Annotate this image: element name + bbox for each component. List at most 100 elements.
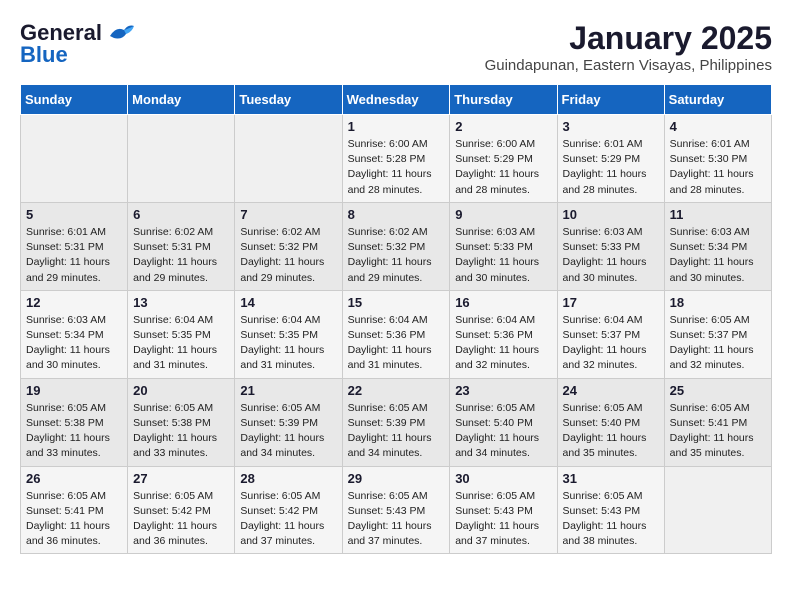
day-number: 11 <box>670 207 766 222</box>
day-number: 22 <box>348 383 445 398</box>
weekday-header-friday: Friday <box>557 85 664 115</box>
day-number: 30 <box>455 471 551 486</box>
weekday-header-row: SundayMondayTuesdayWednesdayThursdayFrid… <box>21 85 772 115</box>
calendar-cell <box>128 115 235 203</box>
day-info: Sunrise: 6:05 AM Sunset: 5:40 PM Dayligh… <box>455 401 551 462</box>
calendar-cell: 30 Sunrise: 6:05 AM Sunset: 5:43 PM Dayli… <box>450 466 557 554</box>
day-info: Sunrise: 6:05 AM Sunset: 5:38 PM Dayligh… <box>26 401 122 462</box>
calendar-cell: 7 Sunrise: 6:02 AM Sunset: 5:32 PM Daylig… <box>235 202 342 290</box>
day-number: 5 <box>26 207 122 222</box>
day-info: Sunrise: 6:04 AM Sunset: 5:37 PM Dayligh… <box>563 313 659 374</box>
day-number: 18 <box>670 295 766 310</box>
calendar-cell: 8 Sunrise: 6:02 AM Sunset: 5:32 PM Daylig… <box>342 202 450 290</box>
day-info: Sunrise: 6:05 AM Sunset: 5:42 PM Dayligh… <box>240 489 336 550</box>
calendar-cell: 10 Sunrise: 6:03 AM Sunset: 5:33 PM Dayli… <box>557 202 664 290</box>
calendar-week-1: 1Sunrise: 6:00 AM Sunset: 5:28 PM Daylig… <box>21 115 772 203</box>
calendar-cell: 31Sunrise: 6:05 AM Sunset: 5:43 PM Dayli… <box>557 466 664 554</box>
calendar-cell: 26 Sunrise: 6:05 AM Sunset: 5:41 PM Dayli… <box>21 466 128 554</box>
calendar-cell: 25 Sunrise: 6:05 AM Sunset: 5:41 PM Dayli… <box>664 378 771 466</box>
day-info: Sunrise: 6:03 AM Sunset: 5:33 PM Dayligh… <box>563 225 659 286</box>
calendar-cell: 1Sunrise: 6:00 AM Sunset: 5:28 PM Daylig… <box>342 115 450 203</box>
day-info: Sunrise: 6:02 AM Sunset: 5:32 PM Dayligh… <box>348 225 445 286</box>
calendar-title: January 2025 <box>485 20 772 57</box>
weekday-header-sunday: Sunday <box>21 85 128 115</box>
day-info: Sunrise: 6:05 AM Sunset: 5:43 PM Dayligh… <box>455 489 551 550</box>
day-number: 26 <box>26 471 122 486</box>
day-info: Sunrise: 6:05 AM Sunset: 5:42 PM Dayligh… <box>133 489 229 550</box>
day-info: Sunrise: 6:03 AM Sunset: 5:34 PM Dayligh… <box>670 225 766 286</box>
day-info: Sunrise: 6:05 AM Sunset: 5:43 PM Dayligh… <box>348 489 445 550</box>
day-number: 15 <box>348 295 445 310</box>
day-info: Sunrise: 6:01 AM Sunset: 5:29 PM Dayligh… <box>563 137 659 198</box>
logo: General Blue <box>20 20 134 68</box>
day-number: 31 <box>563 471 659 486</box>
calendar-week-3: 12 Sunrise: 6:03 AM Sunset: 5:34 PM Dayli… <box>21 290 772 378</box>
calendar-cell: 2 Sunrise: 6:00 AM Sunset: 5:29 PM Daylig… <box>450 115 557 203</box>
calendar-cell: 21Sunrise: 6:05 AM Sunset: 5:39 PM Dayli… <box>235 378 342 466</box>
day-number: 29 <box>348 471 445 486</box>
calendar-cell: 12 Sunrise: 6:03 AM Sunset: 5:34 PM Dayli… <box>21 290 128 378</box>
day-info: Sunrise: 6:02 AM Sunset: 5:32 PM Dayligh… <box>240 225 336 286</box>
weekday-header-monday: Monday <box>128 85 235 115</box>
day-number: 7 <box>240 207 336 222</box>
day-number: 12 <box>26 295 122 310</box>
day-number: 24 <box>563 383 659 398</box>
day-number: 19 <box>26 383 122 398</box>
day-number: 14 <box>240 295 336 310</box>
day-info: Sunrise: 6:01 AM Sunset: 5:30 PM Dayligh… <box>670 137 766 198</box>
calendar-cell: 4 Sunrise: 6:01 AM Sunset: 5:30 PM Daylig… <box>664 115 771 203</box>
day-number: 3 <box>563 119 659 134</box>
day-number: 9 <box>455 207 551 222</box>
day-info: Sunrise: 6:05 AM Sunset: 5:40 PM Dayligh… <box>563 401 659 462</box>
calendar-cell: 27 Sunrise: 6:05 AM Sunset: 5:42 PM Dayli… <box>128 466 235 554</box>
day-number: 4 <box>670 119 766 134</box>
calendar-table: SundayMondayTuesdayWednesdayThursdayFrid… <box>20 84 772 554</box>
day-number: 25 <box>670 383 766 398</box>
day-number: 8 <box>348 207 445 222</box>
day-number: 27 <box>133 471 229 486</box>
calendar-cell: 14 Sunrise: 6:04 AM Sunset: 5:35 PM Dayli… <box>235 290 342 378</box>
day-info: Sunrise: 6:04 AM Sunset: 5:36 PM Dayligh… <box>455 313 551 374</box>
day-number: 20 <box>133 383 229 398</box>
logo-blue-text: Blue <box>20 42 68 68</box>
weekday-header-tuesday: Tuesday <box>235 85 342 115</box>
calendar-cell: 20 Sunrise: 6:05 AM Sunset: 5:38 PM Dayli… <box>128 378 235 466</box>
calendar-cell: 19 Sunrise: 6:05 AM Sunset: 5:38 PM Dayli… <box>21 378 128 466</box>
calendar-week-2: 5 Sunrise: 6:01 AM Sunset: 5:31 PM Daylig… <box>21 202 772 290</box>
calendar-cell: 15Sunrise: 6:04 AM Sunset: 5:36 PM Dayli… <box>342 290 450 378</box>
calendar-cell: 6Sunrise: 6:02 AM Sunset: 5:31 PM Daylig… <box>128 202 235 290</box>
weekday-header-wednesday: Wednesday <box>342 85 450 115</box>
day-number: 23 <box>455 383 551 398</box>
calendar-cell: 29 Sunrise: 6:05 AM Sunset: 5:43 PM Dayli… <box>342 466 450 554</box>
calendar-cell: 13Sunrise: 6:04 AM Sunset: 5:35 PM Dayli… <box>128 290 235 378</box>
day-info: Sunrise: 6:01 AM Sunset: 5:31 PM Dayligh… <box>26 225 122 286</box>
day-info: Sunrise: 6:04 AM Sunset: 5:35 PM Dayligh… <box>240 313 336 374</box>
day-info: Sunrise: 6:03 AM Sunset: 5:34 PM Dayligh… <box>26 313 122 374</box>
calendar-cell: 3 Sunrise: 6:01 AM Sunset: 5:29 PM Daylig… <box>557 115 664 203</box>
day-info: Sunrise: 6:05 AM Sunset: 5:37 PM Dayligh… <box>670 313 766 374</box>
calendar-cell: 11 Sunrise: 6:03 AM Sunset: 5:34 PM Dayli… <box>664 202 771 290</box>
day-info: Sunrise: 6:05 AM Sunset: 5:39 PM Dayligh… <box>240 401 336 462</box>
day-info: Sunrise: 6:05 AM Sunset: 5:41 PM Dayligh… <box>26 489 122 550</box>
calendar-cell: 24 Sunrise: 6:05 AM Sunset: 5:40 PM Dayli… <box>557 378 664 466</box>
day-number: 10 <box>563 207 659 222</box>
calendar-cell <box>235 115 342 203</box>
day-info: Sunrise: 6:00 AM Sunset: 5:29 PM Dayligh… <box>455 137 551 198</box>
day-number: 16 <box>455 295 551 310</box>
day-info: Sunrise: 6:05 AM Sunset: 5:38 PM Dayligh… <box>133 401 229 462</box>
weekday-header-thursday: Thursday <box>450 85 557 115</box>
calendar-cell: 17Sunrise: 6:04 AM Sunset: 5:37 PM Dayli… <box>557 290 664 378</box>
calendar-cell: 23 Sunrise: 6:05 AM Sunset: 5:40 PM Dayli… <box>450 378 557 466</box>
calendar-cell <box>21 115 128 203</box>
day-info: Sunrise: 6:05 AM Sunset: 5:39 PM Dayligh… <box>348 401 445 462</box>
day-info: Sunrise: 6:00 AM Sunset: 5:28 PM Dayligh… <box>348 137 445 198</box>
calendar-cell: 16 Sunrise: 6:04 AM Sunset: 5:36 PM Dayli… <box>450 290 557 378</box>
day-info: Sunrise: 6:04 AM Sunset: 5:35 PM Dayligh… <box>133 313 229 374</box>
day-info: Sunrise: 6:03 AM Sunset: 5:33 PM Dayligh… <box>455 225 551 286</box>
day-info: Sunrise: 6:02 AM Sunset: 5:31 PM Dayligh… <box>133 225 229 286</box>
calendar-subtitle: Guindapunan, Eastern Visayas, Philippine… <box>485 57 772 74</box>
calendar-week-4: 19 Sunrise: 6:05 AM Sunset: 5:38 PM Dayli… <box>21 378 772 466</box>
day-info: Sunrise: 6:05 AM Sunset: 5:41 PM Dayligh… <box>670 401 766 462</box>
calendar-cell: 9 Sunrise: 6:03 AM Sunset: 5:33 PM Daylig… <box>450 202 557 290</box>
day-number: 2 <box>455 119 551 134</box>
